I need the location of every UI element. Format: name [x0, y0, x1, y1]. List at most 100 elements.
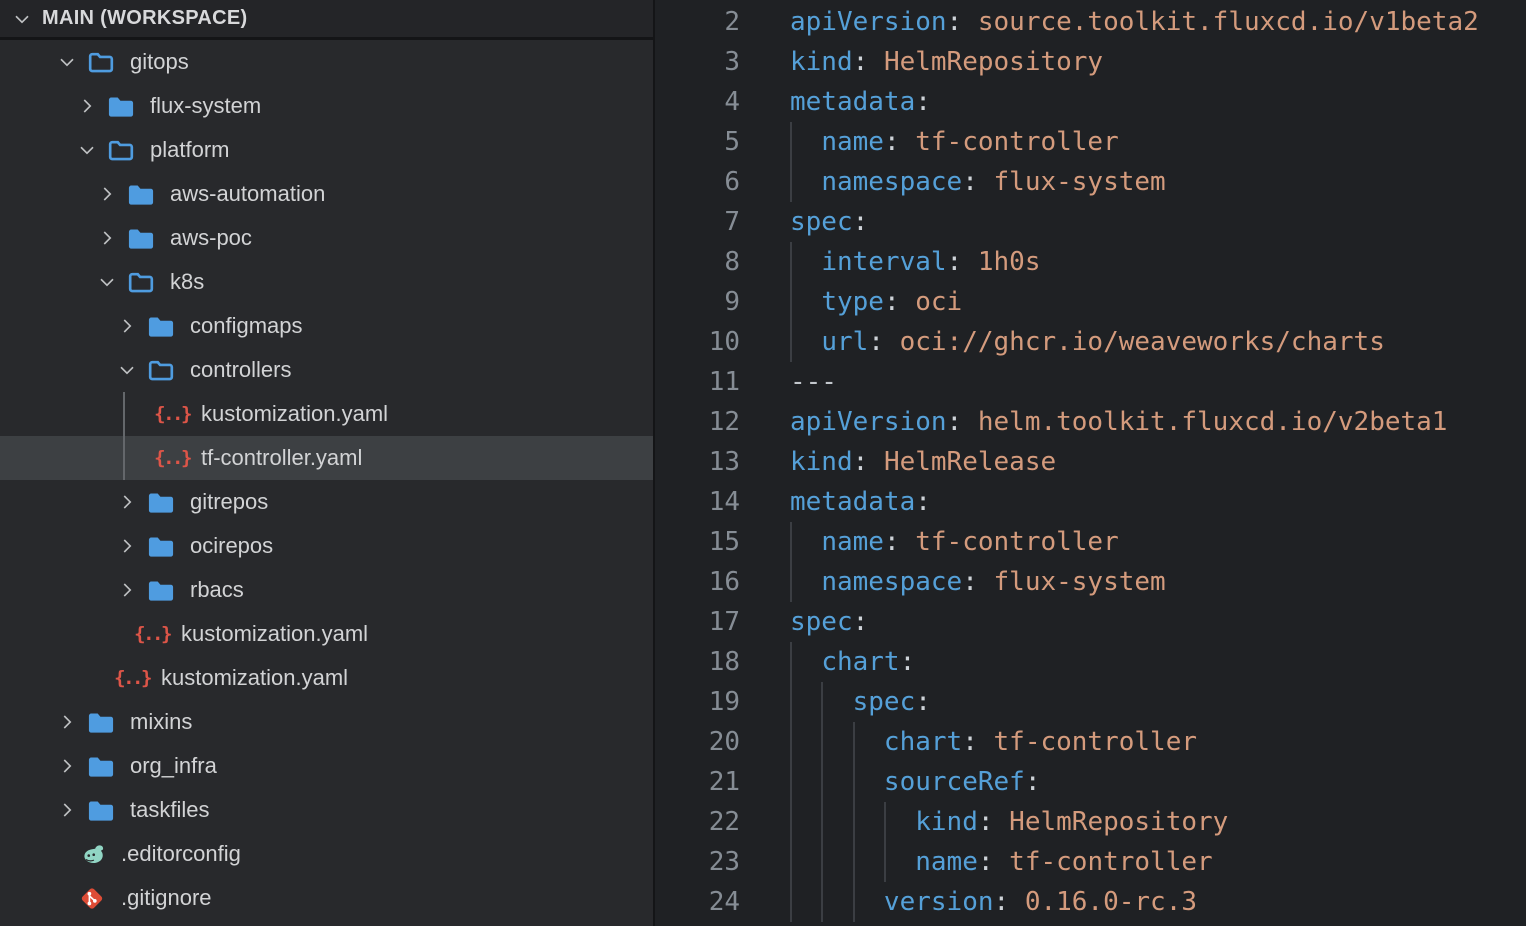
- code-text: version: 0.16.0-rc.3: [740, 882, 1197, 922]
- editor-indent-guide: [790, 282, 792, 322]
- folder-closed-icon: [86, 710, 116, 734]
- yaml-braces-icon: {..}: [139, 621, 165, 647]
- code-line-20[interactable]: 20 chart: tf-controller: [655, 722, 1526, 762]
- code-line-16[interactable]: 16 namespace: flux-system: [655, 562, 1526, 602]
- line-number[interactable]: 6: [655, 162, 740, 202]
- folder-closed-icon: [146, 490, 176, 514]
- git-icon: [79, 885, 105, 911]
- code-line-7[interactable]: 7spec:: [655, 202, 1526, 242]
- tree-item-org-infra[interactable]: org_infra: [0, 744, 653, 788]
- line-number[interactable]: 4: [655, 82, 740, 122]
- tree-item-ocirepos[interactable]: ocirepos: [0, 524, 653, 568]
- tree-item-configmaps[interactable]: configmaps: [0, 304, 653, 348]
- line-number[interactable]: 9: [655, 282, 740, 322]
- line-number[interactable]: 8: [655, 242, 740, 282]
- chevron-right-icon: [96, 183, 118, 205]
- line-number[interactable]: 15: [655, 522, 740, 562]
- line-number[interactable]: 7: [655, 202, 740, 242]
- line-number[interactable]: 24: [655, 882, 740, 922]
- code-text: apiVersion: source.toolkit.fluxcd.io/v1b…: [740, 2, 1479, 42]
- tree-indent-guide: [123, 436, 125, 480]
- editor-indent-guide: [821, 842, 823, 882]
- code-line-4[interactable]: 4metadata:: [655, 82, 1526, 122]
- tree-item-k8s[interactable]: k8s: [0, 260, 653, 304]
- workspace-section-header[interactable]: MAIN (WORKSPACE): [0, 0, 653, 40]
- line-number[interactable]: 21: [655, 762, 740, 802]
- chevron-right-icon: [56, 755, 78, 777]
- tree-item-label: aws-poc: [170, 225, 252, 251]
- line-number[interactable]: 5: [655, 122, 740, 162]
- tree-item-gitops[interactable]: gitops: [0, 40, 653, 84]
- chevron-right-icon: [116, 491, 138, 513]
- workspace-section-label: MAIN (WORKSPACE): [42, 7, 248, 30]
- line-number[interactable]: 10: [655, 322, 740, 362]
- code-line-18[interactable]: 18 chart:: [655, 642, 1526, 682]
- yaml-braces-icon: {..}: [159, 445, 185, 471]
- editor-indent-guide: [790, 522, 792, 562]
- code-line-11[interactable]: 11---: [655, 362, 1526, 402]
- tree-item-kustomization.yaml[interactable]: {..}kustomization.yaml: [0, 656, 653, 700]
- code-text: name: tf-controller: [740, 522, 1119, 562]
- line-number[interactable]: 3: [655, 42, 740, 82]
- tree-item-platform[interactable]: platform: [0, 128, 653, 172]
- code-line-14[interactable]: 14metadata:: [655, 482, 1526, 522]
- code-line-12[interactable]: 12apiVersion: helm.toolkit.fluxcd.io/v2b…: [655, 402, 1526, 442]
- folder-open-icon: [86, 50, 116, 74]
- code-line-17[interactable]: 17spec:: [655, 602, 1526, 642]
- code-line-13[interactable]: 13kind: HelmRelease: [655, 442, 1526, 482]
- line-number[interactable]: 13: [655, 442, 740, 482]
- tree-item-mixins[interactable]: mixins: [0, 700, 653, 744]
- folder-closed-icon: [126, 226, 156, 250]
- code-line-2[interactable]: 2apiVersion: source.toolkit.fluxcd.io/v1…: [655, 2, 1526, 42]
- code-line-5[interactable]: 5 name: tf-controller: [655, 122, 1526, 162]
- line-number[interactable]: 20: [655, 722, 740, 762]
- file-tree: gitops flux-system platformaws-automation a…: [0, 40, 653, 926]
- code-line-22[interactable]: 22 kind: HelmRepository: [655, 802, 1526, 842]
- code-text: ---: [740, 362, 837, 402]
- editor-indent-guide: [853, 842, 855, 882]
- tree-item-taskfiles[interactable]: taskfiles: [0, 788, 653, 832]
- code-line-10[interactable]: 10 url: oci://ghcr.io/weaveworks/charts: [655, 322, 1526, 362]
- tree-item-gitrepos[interactable]: gitrepos: [0, 480, 653, 524]
- code-text: spec:: [740, 202, 868, 242]
- line-number[interactable]: 14: [655, 482, 740, 522]
- editor-indent-guide: [821, 802, 823, 842]
- tree-item-rbacs[interactable]: rbacs: [0, 568, 653, 612]
- code-text: spec:: [740, 602, 868, 642]
- code-line-19[interactable]: 19 spec:: [655, 682, 1526, 722]
- code-line-9[interactable]: 9 type: oci: [655, 282, 1526, 322]
- code-line-6[interactable]: 6 namespace: flux-system: [655, 162, 1526, 202]
- line-number[interactable]: 16: [655, 562, 740, 602]
- tree-item-editorconfig[interactable]: .editorconfig: [0, 832, 653, 876]
- chevron-right-icon: [76, 95, 98, 117]
- code-line-3[interactable]: 3kind: HelmRepository: [655, 42, 1526, 82]
- tree-item-kustomization.yaml[interactable]: {..} kustomization.yaml: [0, 392, 653, 436]
- editor-indent-guide: [853, 722, 855, 762]
- tree-item-kustomization.yaml[interactable]: {..}kustomization.yaml: [0, 612, 653, 656]
- folder-open-icon: [126, 270, 156, 294]
- tree-item-label: .gitignore: [121, 885, 212, 911]
- code-line-21[interactable]: 21 sourceRef:: [655, 762, 1526, 802]
- line-number[interactable]: 18: [655, 642, 740, 682]
- tree-item-tf-controller.yaml[interactable]: {..}tf-controller.yaml: [0, 436, 653, 480]
- tree-item-label: kustomization.yaml: [201, 401, 388, 427]
- line-number[interactable]: 11: [655, 362, 740, 402]
- yaml-braces-icon: {..}: [159, 401, 185, 427]
- tree-item-label: flux-system: [150, 93, 261, 119]
- code-line-15[interactable]: 15 name: tf-controller: [655, 522, 1526, 562]
- code-line-8[interactable]: 8 interval: 1h0s: [655, 242, 1526, 282]
- tree-item-flux-system[interactable]: flux-system: [0, 84, 653, 128]
- tree-item-aws-poc[interactable]: aws-poc: [0, 216, 653, 260]
- tree-item-aws-automation[interactable]: aws-automation: [0, 172, 653, 216]
- tree-item-controllers[interactable]: controllers: [0, 348, 653, 392]
- editor-indent-guide: [853, 802, 855, 842]
- line-number[interactable]: 17: [655, 602, 740, 642]
- line-number[interactable]: 12: [655, 402, 740, 442]
- code-line-24[interactable]: 24 version: 0.16.0-rc.3: [655, 882, 1526, 922]
- line-number[interactable]: 22: [655, 802, 740, 842]
- line-number[interactable]: 2: [655, 2, 740, 42]
- line-number[interactable]: 19: [655, 682, 740, 722]
- line-number[interactable]: 23: [655, 842, 740, 882]
- tree-item-gitignore[interactable]: .gitignore: [0, 876, 653, 920]
- code-line-23[interactable]: 23 name: tf-controller: [655, 842, 1526, 882]
